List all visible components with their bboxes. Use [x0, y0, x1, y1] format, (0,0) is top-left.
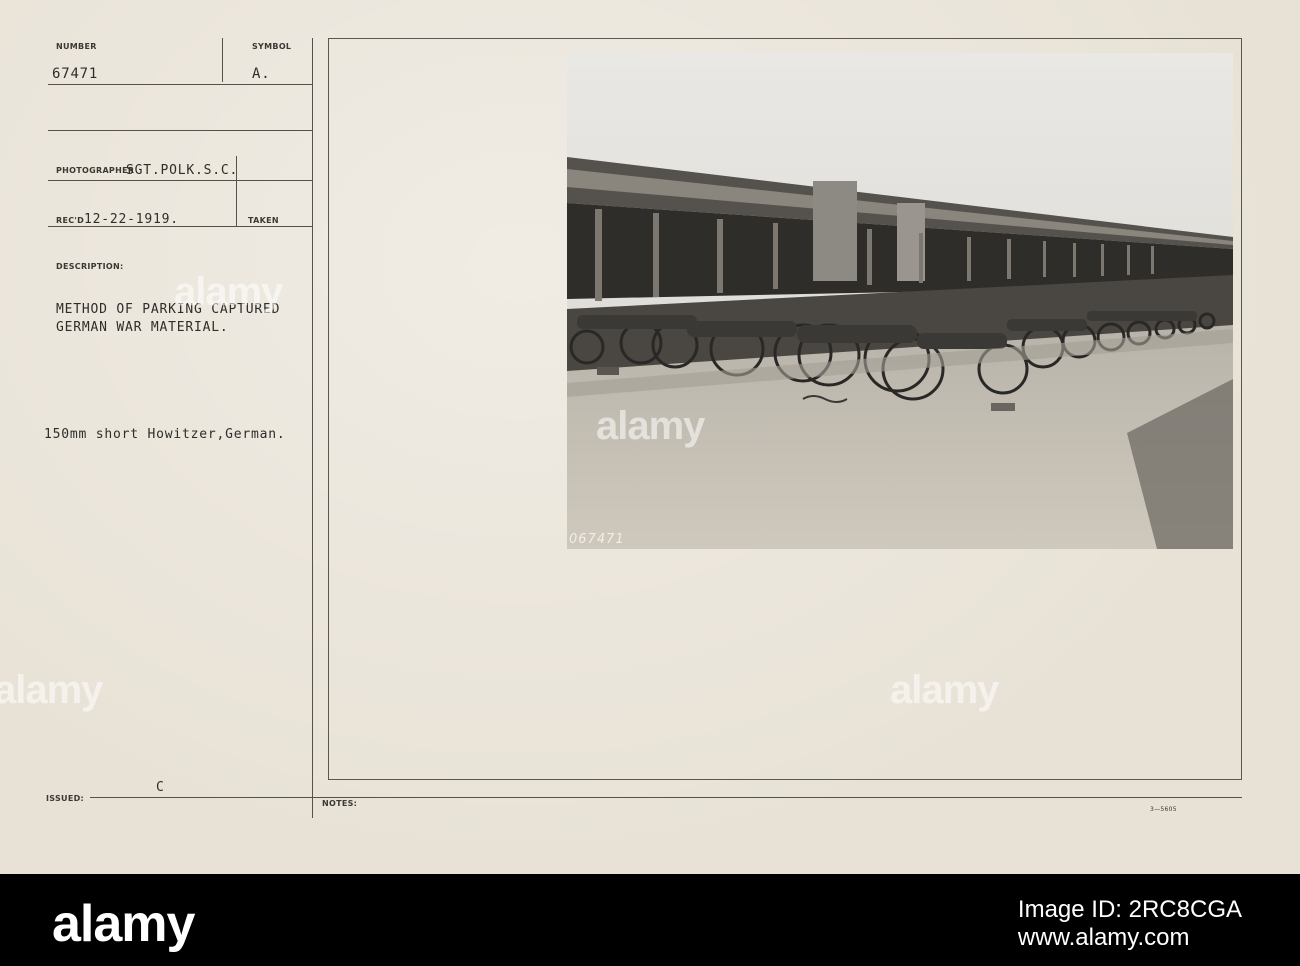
rule-3 [48, 180, 312, 181]
alamy-logo: alamy [52, 895, 195, 953]
rule-2 [48, 130, 312, 131]
recd-label: REC'D [56, 216, 85, 225]
number-value: 67471 [52, 66, 99, 82]
photograph-drawing [567, 53, 1233, 549]
image-id: Image ID: 2RC8CGA [1017, 896, 1242, 923]
notes-rule [312, 797, 1242, 798]
subject-line: 150mm short Howitzer,German. [44, 427, 286, 442]
howitzer-photograph: 067471 [567, 53, 1233, 549]
watermark-1: alamy [174, 270, 283, 314]
number-label: NUMBER [56, 42, 97, 51]
footer-banner: alamy Image ID: 2RC8CGA www.alamy.com [0, 874, 1300, 966]
symbol-value: A. [252, 66, 271, 82]
photographer-value: SGT.POLK.S.C. [126, 163, 239, 178]
negative-number: 067471 [569, 532, 625, 547]
issued-rule [90, 797, 312, 798]
footer-info: Image ID: 2RC8CGA www.alamy.com [1018, 896, 1242, 952]
taken-label: TAKEN [248, 216, 279, 225]
column-divider [312, 38, 313, 818]
watermark-3: alamy [0, 668, 103, 712]
form-code: 3—5605 [1150, 806, 1177, 813]
issued-label: ISSUED: [46, 794, 85, 803]
symbol-label: SYMBOL [252, 42, 292, 51]
description-label: DESCRIPTION: [56, 262, 124, 271]
notes-label: NOTES: [322, 799, 358, 808]
rule-4 [48, 226, 312, 227]
archive-card: NUMBER 67471 SYMBOL A. PHOTOGRAPHER SGT.… [0, 0, 1300, 874]
site-url: www.alamy.com [1017, 924, 1190, 951]
number-divider [222, 38, 223, 82]
description-line-2: GERMAN WAR MATERIAL. [56, 320, 229, 335]
watermark-4: alamy [890, 668, 999, 712]
recd-value: 12-22-1919. [84, 212, 179, 227]
issued-mark: C [156, 780, 165, 795]
photographer-label: PHOTOGRAPHER [56, 166, 135, 175]
rule-1 [48, 84, 312, 85]
recd-divider [236, 156, 237, 226]
watermark-2: alamy [596, 404, 705, 448]
